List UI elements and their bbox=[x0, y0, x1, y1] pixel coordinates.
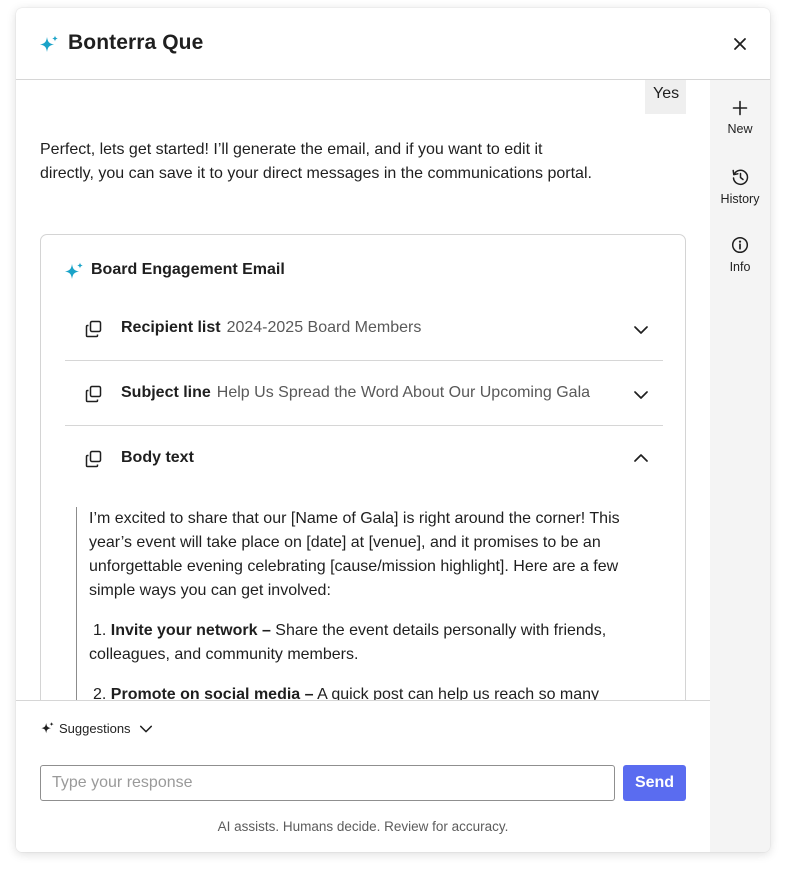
copy-icon[interactable] bbox=[85, 320, 103, 338]
composer: Suggestions Send AI assists. Humans deci… bbox=[16, 700, 710, 852]
row-label: Recipient list 2024-2025 Board Members bbox=[121, 319, 422, 336]
suggestions-label: Suggestions bbox=[59, 721, 131, 736]
row-value: 2024-2025 Board Members bbox=[226, 319, 422, 336]
email-body-intro: I’m excited to share that our [Name of G… bbox=[89, 510, 620, 599]
chevron-down-icon[interactable] bbox=[633, 387, 649, 403]
row-label: Body text bbox=[121, 449, 194, 466]
copy-icon[interactable] bbox=[85, 385, 103, 403]
info-icon bbox=[731, 236, 749, 254]
disclaimer-text: AI assists. Humans decide. Review for ac… bbox=[217, 819, 509, 834]
row-label: Subject line Help Us Spread the Word Abou… bbox=[121, 384, 591, 401]
close-icon[interactable] bbox=[730, 34, 750, 54]
rail-label: New bbox=[727, 122, 753, 136]
rail-label: History bbox=[720, 192, 760, 206]
card-title: Board Engagement Email bbox=[91, 261, 285, 278]
rail-history-button[interactable]: History bbox=[710, 168, 770, 206]
body-text-row[interactable]: Body text bbox=[65, 426, 663, 491]
row-value: Help Us Spread the Word About Our Upcomi… bbox=[216, 384, 591, 401]
chevron-up-icon[interactable] bbox=[633, 450, 649, 466]
recipient-list-row[interactable]: Recipient list 2024-2025 Board Members bbox=[65, 296, 663, 361]
assistant-panel: Bonterra Que Yes Perfect, lets get start… bbox=[16, 8, 770, 852]
rail-new-button[interactable]: New bbox=[710, 100, 770, 136]
rail-info-button[interactable]: Info bbox=[710, 236, 770, 274]
chat-thread[interactable]: Yes Perfect, lets get started! I’ll gene… bbox=[16, 80, 710, 700]
plus-icon bbox=[732, 100, 748, 116]
subject-line-row[interactable]: Subject line Help Us Spread the Word Abou… bbox=[65, 361, 663, 426]
response-input[interactable] bbox=[40, 765, 615, 801]
email-body[interactable]: I’m excited to share that our [Name of G… bbox=[76, 507, 656, 700]
user-message: Yes bbox=[645, 80, 686, 114]
list-item: 1. Invite your network – Share the event… bbox=[89, 622, 607, 663]
sparkle-icon bbox=[40, 35, 58, 52]
sparkle-icon bbox=[65, 262, 83, 279]
side-rail: New History Info bbox=[710, 80, 770, 852]
chevron-down-icon[interactable] bbox=[633, 322, 649, 338]
sparkle-icon bbox=[41, 722, 54, 734]
list-item: 2. Promote on social media – A quick pos… bbox=[93, 686, 600, 700]
email-card: Board Engagement Email Recipient list 202… bbox=[40, 234, 686, 700]
chevron-down-icon bbox=[139, 725, 152, 732]
panel-header: Bonterra Que bbox=[16, 8, 770, 80]
copy-icon[interactable] bbox=[85, 450, 103, 468]
ai-message: Perfect, lets get started! I’ll generate… bbox=[40, 141, 592, 182]
history-icon bbox=[732, 169, 749, 186]
panel-title: Bonterra Que bbox=[68, 31, 204, 54]
suggestions-toggle[interactable]: Suggestions bbox=[40, 721, 153, 736]
send-button[interactable]: Send bbox=[623, 765, 686, 801]
rail-label: Info bbox=[729, 260, 751, 274]
